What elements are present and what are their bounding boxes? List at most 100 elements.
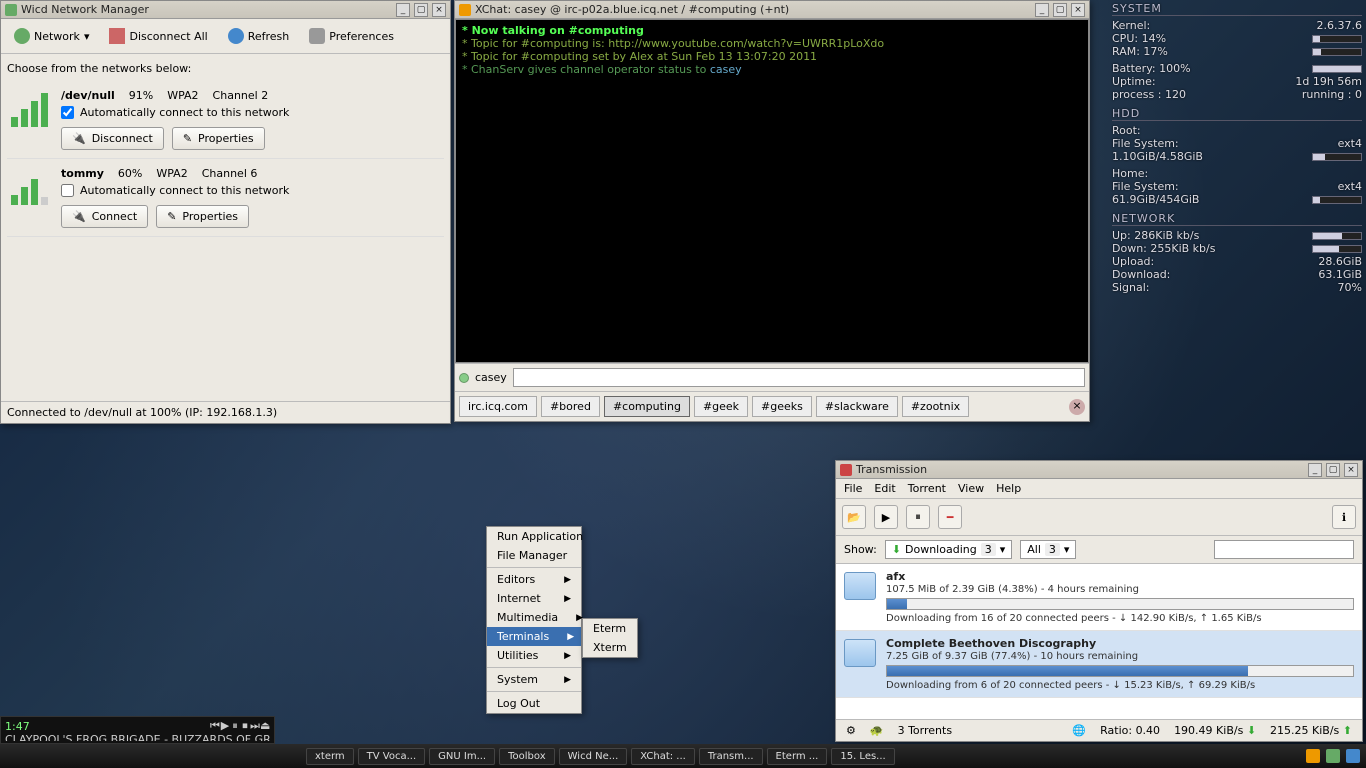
channel-tab[interactable]: #bored [541,396,600,417]
refresh-icon [228,28,244,44]
preferences-button[interactable]: Preferences [300,23,403,49]
taskbar-task[interactable]: Eterm ... [767,748,828,765]
stop-button[interactable]: ⏹ [240,719,250,733]
tray-icon[interactable] [1326,749,1340,763]
message-input[interactable] [513,368,1085,387]
taskbar-task[interactable]: Transm... [699,748,763,765]
properties-button[interactable]: ✎Properties [172,127,265,150]
audacious-player[interactable]: 1:47 ⏮▶⏸⏹⏭⏏ CLAYPOOL'S FROG BRIGADE - BU… [0,716,275,744]
remove-button[interactable]: ━ [938,505,962,529]
menu-edit[interactable]: Edit [874,482,895,495]
start-button[interactable]: ▶ [874,505,898,529]
menu-item[interactable]: Utilities▶ [487,646,581,665]
signal-pct: 60% [118,167,142,180]
up-arrow-icon: ⬆ [1343,724,1352,737]
minimize-button[interactable]: _ [396,3,410,17]
taskbar-task[interactable]: GNU Im... [429,748,495,765]
menu-item[interactable]: Run Application [487,527,581,546]
server-tab[interactable]: irc.icq.com [459,396,537,417]
close-button[interactable]: × [1071,3,1085,17]
tray-icon[interactable] [1346,749,1360,763]
maximize-button[interactable]: ▢ [1326,463,1340,477]
close-button[interactable]: × [432,3,446,17]
channel-tab[interactable]: #geek [694,396,748,417]
tracker-filter-combo[interactable]: All3▾ [1020,540,1076,559]
auto-connect-checkbox[interactable]: Automatically connect to this network [61,106,440,119]
terminals-submenu[interactable]: EtermXterm [582,618,638,658]
xchat-app-icon [459,4,471,16]
eject-button[interactable]: ⏏ [260,719,270,732]
torrent-progress-text: 7.25 GiB of 9.37 GiB (77.4%) - 10 hours … [886,651,1354,662]
taskbar-task[interactable]: Toolbox [499,748,555,765]
play-time: 1:47 [5,720,30,733]
wicd-titlebar[interactable]: Wicd Network Manager _ ▢ × [1,1,450,19]
torrent-name: Complete Beethoven Discography [886,637,1354,650]
folder-open-icon: 📂 [847,511,861,524]
chat-log[interactable]: * Now talking on #computing* Topic for #… [455,19,1089,363]
nick-label[interactable]: casey [475,371,507,384]
conky-overlay: SYSTEM Kernel:2.6.37.6 CPU: 14% RAM: 17%… [1112,2,1362,300]
state-filter-combo[interactable]: ⬇Downloading3▾ [885,540,1012,559]
search-input[interactable] [1214,540,1354,559]
open-torrent-button[interactable]: 📂 [842,505,866,529]
network-entry[interactable]: tommy60%WPA2Channel 6 Automatically conn… [7,159,444,237]
menu-item[interactable]: Log Out [487,694,581,713]
channel-tab[interactable]: #computing [604,396,690,417]
taskbar-task[interactable]: XChat: ... [631,748,695,765]
taskbar-task[interactable]: 15. Les... [831,748,894,765]
ssid: /dev/null [61,89,115,102]
taskbar-task[interactable]: Wicd Ne... [559,748,628,765]
menu-item[interactable]: Multimedia▶ [487,608,581,627]
down-arrow-icon: ⬇ [1247,724,1256,737]
minimize-button[interactable]: _ [1308,463,1322,477]
menu-item[interactable]: System▶ [487,670,581,689]
menu-help[interactable]: Help [996,482,1021,495]
menu-item[interactable]: Terminals▶ [487,627,581,646]
menu-item[interactable]: File Manager [487,546,581,565]
torrent-list[interactable]: afx 107.5 MiB of 2.39 GiB (4.38%) - 4 ho… [836,564,1362,719]
transmission-titlebar[interactable]: Transmission _ ▢ × [836,461,1362,479]
menu-file[interactable]: File [844,482,862,495]
menu-item[interactable]: Eterm [583,619,637,638]
taskbar-task[interactable]: TV Voca... [358,748,425,765]
network-menu-button[interactable]: Network▾ [5,23,98,49]
channel-tab[interactable]: #zootnix [902,396,969,417]
maximize-button[interactable]: ▢ [1053,3,1067,17]
desktop-context-menu[interactable]: Run ApplicationFile Manager Editors▶Inter… [486,526,582,714]
security: WPA2 [156,167,187,180]
xchat-titlebar[interactable]: XChat: casey @ irc-p02a.blue.icq.net / #… [455,1,1089,19]
connect-button[interactable]: 🔌Connect [61,205,148,228]
menu-item[interactable]: Xterm [583,638,637,657]
close-tab-button[interactable]: × [1069,399,1085,415]
tray-icon[interactable] [1306,749,1320,763]
minimize-button[interactable]: _ [1035,3,1049,17]
pause-button[interactable]: ⏸ [906,505,930,529]
auto-connect-checkbox[interactable]: Automatically connect to this network [61,184,440,197]
wicd-window: Wicd Network Manager _ ▢ × Network▾ Disc… [0,0,451,424]
menu-view[interactable]: View [958,482,984,495]
menu-torrent[interactable]: Torrent [908,482,946,495]
network-entry[interactable]: /dev/null91%WPA2Channel 2 Automatically … [7,81,444,159]
submenu-arrow-icon: ▶ [564,594,571,604]
play-button[interactable]: ▶ [220,719,230,732]
taskbar-task[interactable]: xterm [306,748,354,765]
gear-icon[interactable]: ⚙ [846,724,856,737]
pause-button[interactable]: ⏸ [230,719,240,733]
disconnect-all-button[interactable]: Disconnect All [100,23,216,49]
torrent-row[interactable]: Complete Beethoven Discography 7.25 GiB … [836,631,1362,698]
menu-item[interactable]: Internet▶ [487,589,581,608]
prev-button[interactable]: ⏮ [210,719,220,733]
refresh-button[interactable]: Refresh [219,23,299,49]
channel-tab[interactable]: #slackware [816,396,898,417]
turtle-icon[interactable]: 🐢 [870,724,884,737]
menu-item[interactable]: Editors▶ [487,570,581,589]
next-button[interactable]: ⏭ [250,719,260,733]
close-button[interactable]: × [1344,463,1358,477]
disconnect-button[interactable]: 🔌Disconnect [61,127,164,150]
channel-tab[interactable]: #geeks [752,396,812,417]
torrent-row[interactable]: afx 107.5 MiB of 2.39 GiB (4.38%) - 4 ho… [836,564,1362,631]
properties-button[interactable]: ℹ [1332,505,1356,529]
maximize-button[interactable]: ▢ [414,3,428,17]
taskbar[interactable]: xtermTV Voca...GNU Im...ToolboxWicd Ne..… [0,744,1366,768]
properties-button[interactable]: ✎Properties [156,205,249,228]
